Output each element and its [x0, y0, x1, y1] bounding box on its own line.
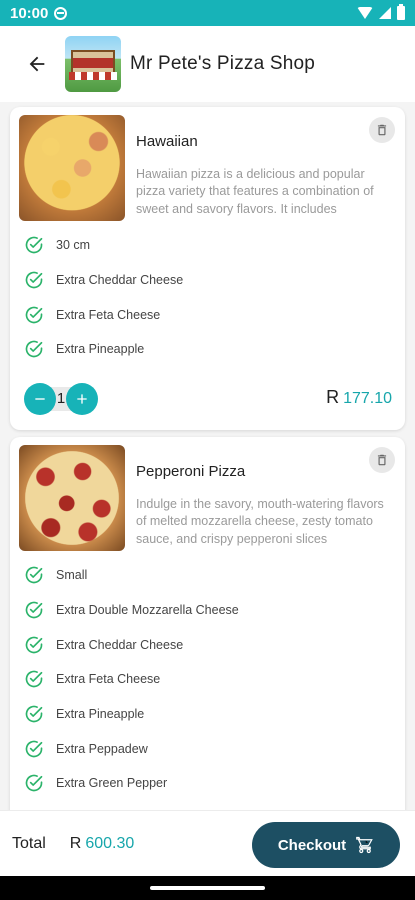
options-list: Small Extra Double Mozzarella Cheese Ext…: [24, 558, 239, 801]
check-circle-icon: [25, 341, 43, 358]
cart-icon: [356, 836, 373, 854]
checkout-button[interactable]: Checkout: [252, 822, 400, 868]
option-item: Extra Double Mozzarella Cheese: [24, 593, 239, 628]
option-label: Extra Green Pepper: [56, 776, 168, 791]
increase-quantity-button[interactable]: [66, 383, 98, 415]
option-label: Small: [56, 568, 88, 583]
back-button[interactable]: [17, 44, 57, 84]
product-title: Pepperoni Pizza: [136, 463, 246, 480]
cart-list[interactable]: Hawaiian Hawaiian pizza is a delicious a…: [0, 102, 415, 810]
home-handle[interactable]: [150, 886, 265, 890]
delete-item-button[interactable]: [369, 447, 395, 473]
app-header: Mr Pete's Pizza Shop: [0, 26, 415, 102]
option-label: Extra Cheddar Cheese: [56, 273, 184, 288]
system-nav-bar: [0, 876, 415, 900]
option-label: 30 cm: [56, 238, 91, 253]
product-title: Hawaiian: [136, 133, 198, 150]
option-item: Extra Green Pepper: [24, 766, 239, 801]
minus-icon: [35, 398, 45, 400]
signal-icon: [379, 7, 391, 19]
total-currency: R: [69, 834, 82, 852]
status-icons: [357, 4, 405, 20]
arrow-left-icon: [29, 56, 45, 72]
price-currency: R: [326, 387, 340, 407]
option-item: Extra Pineapple: [24, 332, 183, 367]
decrease-quantity-button[interactable]: [24, 383, 56, 415]
plus-icon: [77, 394, 87, 404]
trash-icon: [377, 454, 387, 466]
product-description: Indulge in the savory, mouth-watering fl…: [136, 497, 384, 546]
option-label: Extra Pineapple: [56, 342, 145, 357]
option-label: Extra Cheddar Cheese: [56, 637, 184, 652]
product-image: [19, 115, 125, 221]
option-item: Extra Feta Cheese: [24, 662, 239, 697]
status-bar: 10:00: [0, 0, 415, 26]
total-amount: 600.30: [85, 834, 135, 852]
delete-item-button[interactable]: [369, 117, 395, 143]
option-label: Extra Peppadew: [56, 741, 148, 756]
item-price: R 177.10: [326, 387, 392, 408]
check-circle-icon: [25, 601, 43, 619]
option-item: Extra Cheddar Cheese: [24, 627, 239, 662]
check-circle-icon: [25, 237, 43, 254]
option-label: Extra Pineapple: [56, 707, 145, 722]
checkout-label: Checkout: [277, 836, 347, 854]
option-item: Extra Cheddar Cheese: [24, 263, 183, 298]
check-circle-icon: [25, 740, 43, 758]
check-circle-icon: [25, 671, 43, 688]
wifi-icon: [357, 7, 373, 19]
price-amount: 177.10: [343, 390, 392, 407]
check-circle-icon: [25, 567, 43, 584]
option-label: Extra Feta Cheese: [56, 672, 161, 687]
option-label: Extra Feta Cheese: [56, 307, 161, 322]
options-list: 30 cm Extra Cheddar Cheese Extra Feta Ch…: [24, 228, 183, 367]
check-circle-icon: [25, 271, 43, 289]
option-label: Extra Double Mozzarella Cheese: [56, 603, 239, 618]
cart-item: Hawaiian Hawaiian pizza is a delicious a…: [10, 107, 405, 430]
option-item: Extra Feta Cheese: [24, 297, 183, 332]
product-description: Hawaiian pizza is a delicious and popula…: [136, 167, 374, 216]
option-item: 30 cm: [24, 228, 183, 263]
check-circle-icon: [25, 636, 43, 654]
cart-item: Pepperoni Pizza Indulge in the savory, m…: [10, 437, 405, 810]
cart-footer: Total R 600.30 Checkout: [0, 810, 415, 876]
total-label: Total: [12, 834, 46, 852]
battery-icon: [397, 4, 405, 20]
quantity-stepper: 1: [24, 383, 98, 415]
check-circle-icon: [25, 306, 43, 324]
option-item: Small: [24, 558, 239, 593]
trash-icon: [377, 124, 387, 136]
option-item: Extra Pineapple: [24, 697, 239, 732]
check-circle-icon: [25, 705, 43, 723]
check-circle-icon: [25, 775, 43, 792]
product-image: [19, 445, 125, 551]
globe-icon: [54, 6, 68, 20]
shop-name: Mr Pete's Pizza Shop: [130, 53, 316, 74]
option-item: Extra Peppadew: [24, 731, 239, 766]
shop-logo: [65, 36, 121, 92]
status-time: 10:00: [10, 4, 49, 22]
